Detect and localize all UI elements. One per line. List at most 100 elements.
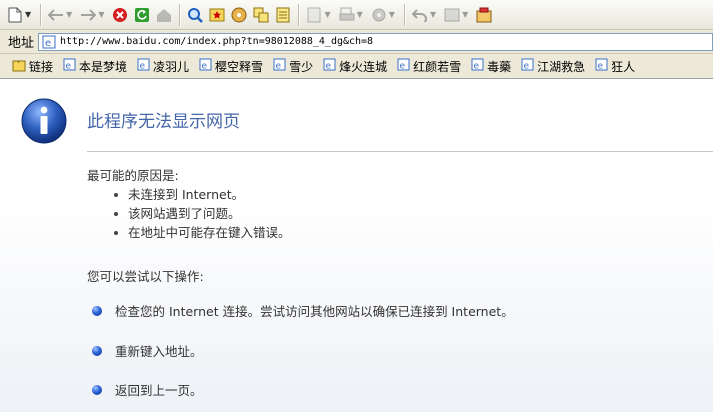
svg-text:e: e <box>66 62 72 72</box>
bullet-icon <box>92 345 102 356</box>
address-label: 地址 <box>8 36 35 51</box>
ie-page-icon: e <box>137 58 150 74</box>
causes-list: 未连接到 Internet。 该网站遇到了问题。 在地址中可能存在键入错误。 <box>112 185 291 242</box>
causes-heading: 最可能的原因是: <box>87 168 179 183</box>
link-label: 毒藥 <box>487 59 512 74</box>
toolbar: ▼ ▼ ▼ ▼ ▼ ▼ ▼ ▼ <box>0 0 713 30</box>
action-text[interactable]: 返回到上一页。 <box>115 380 203 399</box>
link-item[interactable]: e 雪少 <box>273 58 313 75</box>
gear-icon <box>370 6 388 24</box>
bullet-icon <box>92 384 102 395</box>
home-icon <box>155 6 173 24</box>
back-button[interactable]: ▼ <box>45 3 77 27</box>
link-label: 江湖救急 <box>537 59 586 74</box>
link-label: 本是梦境 <box>79 59 128 74</box>
page-icon <box>305 6 323 24</box>
links-label[interactable]: 链接 <box>12 58 53 75</box>
link-label: 烽火连城 <box>339 59 388 74</box>
info-icon <box>20 97 68 148</box>
link-item[interactable]: e 狂人 <box>595 58 635 75</box>
favorites-star-icon <box>208 6 226 24</box>
chevron-down-icon[interactable]: ▼ <box>25 10 31 19</box>
divider <box>87 151 713 152</box>
notes-icon <box>274 6 292 24</box>
media-icon <box>230 6 248 24</box>
favorites-button[interactable] <box>206 3 228 27</box>
toolbar-separator <box>298 3 300 26</box>
link-item[interactable]: e 烽火连城 <box>323 58 387 75</box>
svg-text:e: e <box>400 62 406 72</box>
back-arrow-icon <box>47 6 65 24</box>
toolbar-separator <box>179 3 181 26</box>
svg-text:e: e <box>276 62 282 72</box>
forward-button[interactable]: ▼ <box>77 3 109 27</box>
new-page-icon <box>6 6 24 24</box>
extension-icon <box>475 6 493 24</box>
link-item[interactable]: e 毒藥 <box>471 58 511 75</box>
svg-text:e: e <box>45 38 51 49</box>
address-url[interactable]: http://www.baidu.com/index.php?tn=980120… <box>60 36 373 47</box>
refresh-icon <box>133 6 151 24</box>
chevron-down-icon[interactable]: ▼ <box>462 10 468 19</box>
action-text: 检查您的 Internet 连接。尝试访问其他网站以确保已连接到 Interne… <box>115 304 514 319</box>
actions-heading: 您可以尝试以下操作: <box>87 269 204 284</box>
history-button[interactable] <box>250 3 272 27</box>
window-button[interactable]: ▼ <box>441 3 473 27</box>
ie-page-icon: e <box>595 58 608 74</box>
link-item[interactable]: e 樱空释雪 <box>199 58 263 75</box>
link-label: 狂人 <box>611 59 636 74</box>
link-item[interactable]: e 凌羽儿 <box>137 58 189 75</box>
forward-arrow-icon <box>79 6 97 24</box>
link-label: 雪少 <box>289 59 314 74</box>
chevron-down-icon[interactable]: ▼ <box>66 10 72 19</box>
ie-page-icon: e <box>63 58 76 74</box>
svg-text:e: e <box>140 62 146 72</box>
tools-button[interactable]: ▼ <box>368 3 400 27</box>
link-label: 凌羽儿 <box>153 59 190 74</box>
undo-icon <box>411 6 429 24</box>
ie-page-icon: e <box>471 58 484 74</box>
svg-text:e: e <box>326 62 332 72</box>
link-label: 樱空释雪 <box>215 59 264 74</box>
list-item: 在地址中可能存在键入错误。 <box>112 223 291 242</box>
print-button[interactable]: ▼ <box>336 3 368 27</box>
link-item[interactable]: e 江湖救急 <box>521 58 585 75</box>
action-check-connection: 检查您的 Internet 连接。尝试访问其他网站以确保已连接到 Interne… <box>92 301 514 320</box>
toolbar-separator <box>40 3 42 26</box>
link-item[interactable]: e 红颜若雪 <box>397 58 461 75</box>
chevron-down-icon[interactable]: ▼ <box>357 10 363 19</box>
ie-page-icon: e <box>323 58 336 74</box>
link-label: 链接 <box>29 59 54 74</box>
search-button[interactable] <box>184 3 206 27</box>
window-icon <box>443 6 461 24</box>
link-item[interactable]: e 本是梦境 <box>63 58 127 75</box>
chevron-down-icon[interactable]: ▼ <box>430 10 436 19</box>
ie-page-icon: e <box>199 58 212 74</box>
svg-text:e: e <box>474 62 480 72</box>
notes-button[interactable] <box>272 3 294 27</box>
link-label: 红颜若雪 <box>413 59 462 74</box>
address-bar: 地址 e http://www.baidu.com/index.php?tn=9… <box>0 30 713 54</box>
chevron-down-icon[interactable]: ▼ <box>389 10 395 19</box>
error-page: 此程序无法显示网页 最可能的原因是: 未连接到 Internet。 该网站遇到了… <box>0 79 713 412</box>
chevron-down-icon[interactable]: ▼ <box>324 10 330 19</box>
ie-page-icon: e <box>273 58 286 74</box>
stop-button[interactable] <box>109 3 131 27</box>
page-title: 此程序无法显示网页 <box>87 112 240 132</box>
page-button[interactable]: ▼ <box>303 3 335 27</box>
new-window-button[interactable]: ▼ <box>4 3 36 27</box>
ie-page-icon: e <box>521 58 534 74</box>
extension-button[interactable] <box>473 3 495 27</box>
home-button[interactable] <box>153 3 175 27</box>
action-go-back[interactable]: 返回到上一页。 <box>92 380 203 399</box>
refresh-button[interactable] <box>131 3 153 27</box>
ie-page-icon: e <box>397 58 410 74</box>
address-input[interactable]: e http://www.baidu.com/index.php?tn=9801… <box>38 32 713 51</box>
chevron-down-icon[interactable]: ▼ <box>98 10 104 19</box>
media-button[interactable] <box>228 3 250 27</box>
toolbar-separator <box>403 3 405 26</box>
bullet-icon <box>92 305 102 316</box>
list-item: 该网站遇到了问题。 <box>112 204 291 223</box>
undo-button[interactable]: ▼ <box>409 3 441 27</box>
svg-text:e: e <box>202 62 208 72</box>
